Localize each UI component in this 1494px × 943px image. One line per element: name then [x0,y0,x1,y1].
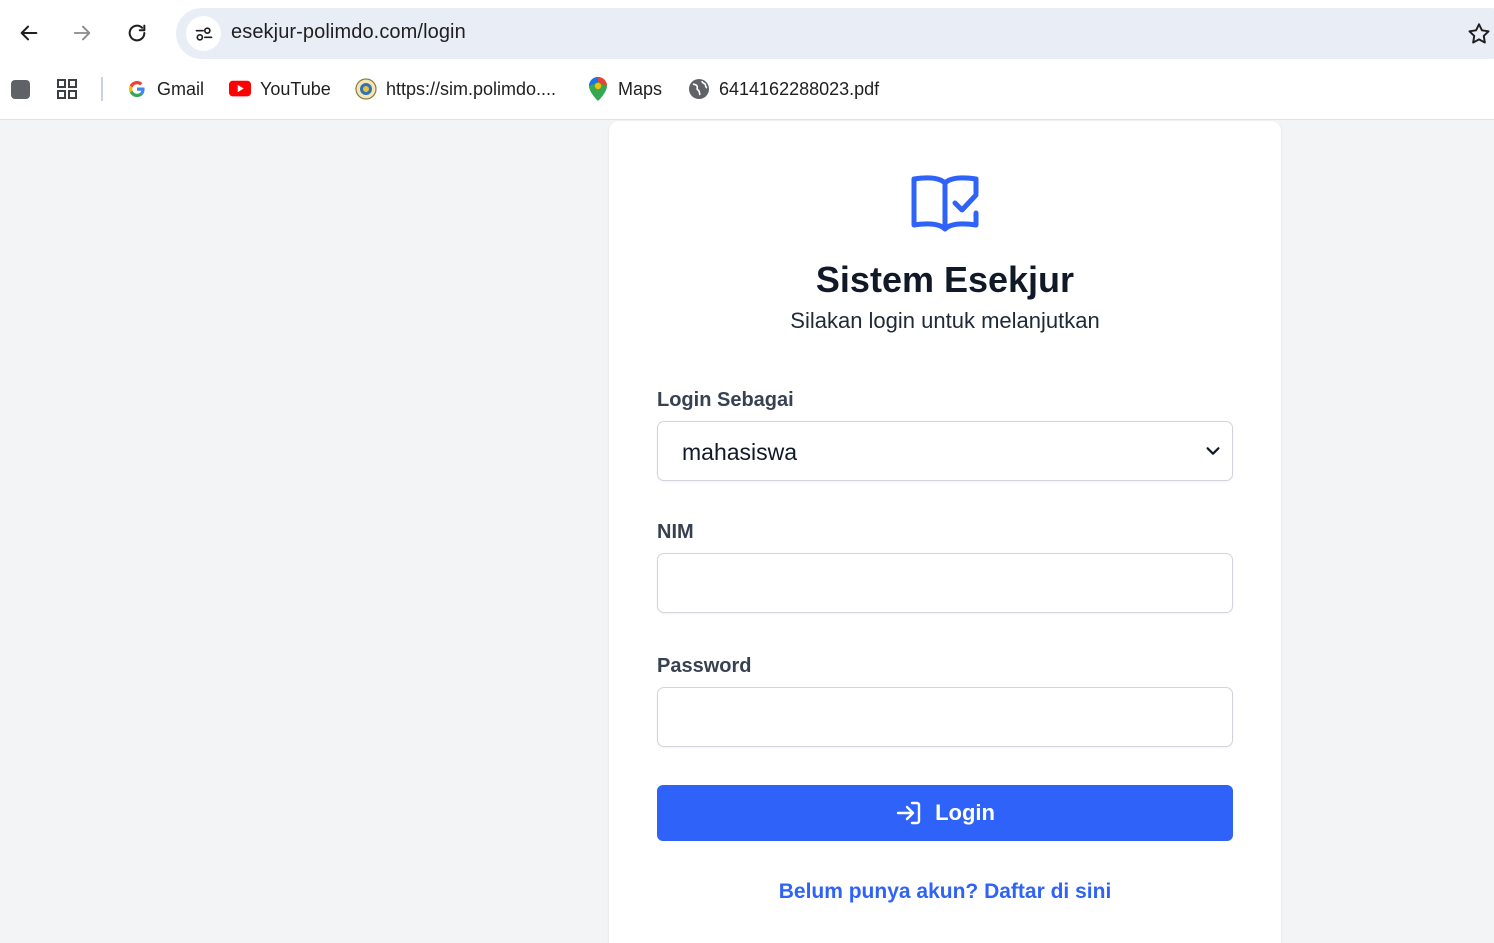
bookmark-youtube[interactable]: YouTube [229,66,331,112]
polimdo-icon [355,78,377,100]
address-bar[interactable]: esekjur-polimdo.com/login [176,8,1494,59]
chevron-down-icon [1206,447,1220,455]
bookmark-pdf[interactable]: 6414162288023.pdf [688,66,879,112]
square-icon [9,78,31,100]
forward-button[interactable] [63,14,101,52]
apps-button[interactable] [56,66,87,112]
apps-grid-icon [56,78,78,100]
bookmark-gmail[interactable]: Gmail [126,66,204,112]
bookmark-label: https://sim.polimdo.... [386,78,557,99]
password-field-wrapper [657,687,1233,747]
url-text[interactable]: esekjur-polimdo.com/login [231,21,466,44]
bookmark-maps[interactable]: Maps [587,66,662,112]
login-card: Sistem Esekjur Silakan login untuk melan… [609,121,1281,943]
role-select[interactable]: mahasiswa [657,421,1233,481]
tab-search-button[interactable] [9,66,40,112]
bookmark-label: YouTube [260,78,331,99]
gmail-icon [126,78,148,100]
tune-icon [195,26,212,41]
login-arrow-icon [896,801,921,825]
reload-icon [128,24,146,42]
browser-toolbar: esekjur-polimdo.com/login [0,0,1494,66]
bookmark-label: Maps [618,78,663,99]
reload-button[interactable] [118,14,156,52]
bookmarks-bar: Gmail YouTube https://sim.polimdo.... Ma… [0,66,1494,120]
site-info-button[interactable] [186,16,221,51]
page-title: Sistem Esekjur [815,259,1075,300]
login-button-label: Login [935,800,995,825]
bookmark-star-icon[interactable] [1466,21,1492,47]
bookmark-polimdo[interactable]: https://sim.polimdo.... [355,66,556,112]
nim-input[interactable] [658,554,1232,612]
youtube-icon [229,78,251,100]
maps-icon [587,77,609,101]
password-label: Password [657,655,752,677]
bookmark-label: Gmail [157,78,205,99]
role-select-value: mahasiswa [682,439,798,465]
login-button[interactable]: Login [657,785,1233,841]
role-label: Login Sebagai [657,389,794,411]
page-subtitle: Silakan login untuk melanjutkan [790,308,1100,333]
password-input[interactable] [658,688,1232,746]
book-check-icon [911,175,979,232]
arrow-right-icon [73,25,91,41]
bookmark-label: 6414162288023.pdf [719,78,880,99]
back-button[interactable] [10,14,48,52]
bookmarks-divider [101,77,103,101]
nim-label: NIM [657,521,694,543]
globe-icon [688,78,710,100]
arrow-left-icon [20,25,38,41]
nim-field-wrapper [657,553,1233,613]
register-link[interactable]: Belum punya akun? Daftar di sini [609,880,1281,904]
